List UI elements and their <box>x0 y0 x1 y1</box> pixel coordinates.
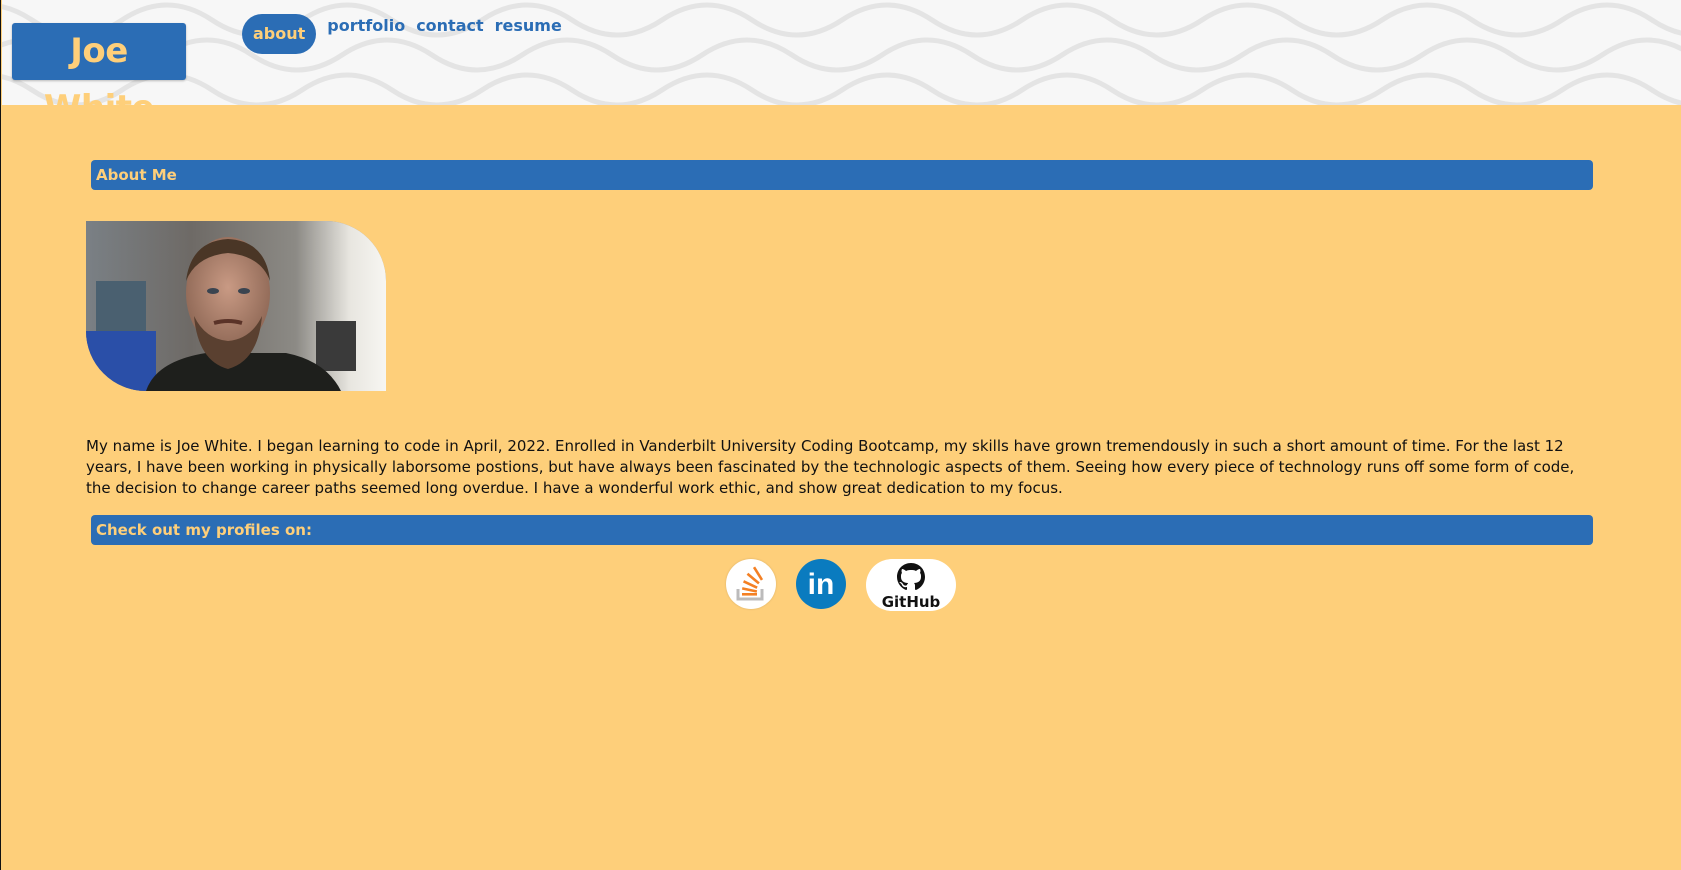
site-header: Joe White about portfolio contact resume <box>2 0 1681 105</box>
nav-link-portfolio[interactable]: portfolio <box>327 15 405 37</box>
stackoverflow-icon <box>726 559 776 609</box>
github-icon-text: GitHub <box>882 593 941 611</box>
nav-link-about[interactable]: about <box>242 14 317 54</box>
site-title: Joe White <box>12 23 186 105</box>
profile-links: in GitHub <box>726 559 976 611</box>
github-icon: GitHub <box>866 559 956 611</box>
github-link[interactable]: GitHub <box>866 559 956 611</box>
profile-photo <box>86 221 386 391</box>
linkedin-icon: in <box>796 559 846 609</box>
profile-photo-image <box>86 221 386 391</box>
bio-text: My name is Joe White. I began learning t… <box>86 437 1575 497</box>
profiles-heading: Check out my profiles on: <box>91 515 1593 545</box>
linkedin-icon-text: in <box>808 568 835 601</box>
about-me-heading: About Me <box>91 160 1593 190</box>
stackoverflow-link[interactable] <box>726 559 776 611</box>
linkedin-link[interactable]: in <box>796 559 846 611</box>
main-nav: about portfolio contact resume <box>242 14 573 54</box>
nav-link-contact[interactable]: contact <box>416 15 483 37</box>
nav-link-resume[interactable]: resume <box>495 15 562 37</box>
